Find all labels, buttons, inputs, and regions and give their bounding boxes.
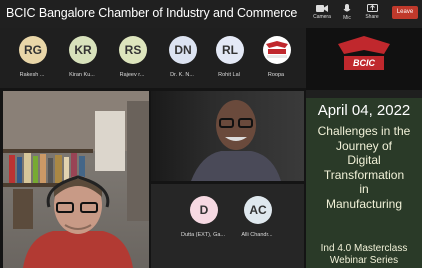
participant-tile[interactable]: RL Rohit Lal — [205, 34, 253, 84]
participant-name: Rajeev r... — [119, 72, 145, 78]
meeting-title: BCIC Bangalore Chamber of Industry and C… — [6, 6, 298, 20]
camera-label: Camera — [313, 14, 331, 20]
share-icon — [366, 4, 378, 12]
participant-tile[interactable]: RG Rakesh ... — [8, 34, 56, 84]
participant-name: Rakesh ... — [19, 72, 45, 78]
participant-tile[interactable]: KR Kiran Ku... — [58, 34, 106, 84]
avatar: RL — [216, 36, 244, 64]
mic-button[interactable]: Mic — [335, 3, 359, 27]
slide-logo-area: BCIC — [306, 28, 422, 90]
share-button[interactable]: Share — [360, 3, 384, 27]
avatar: KR — [69, 36, 97, 64]
participant-tile[interactable]: Roopa — [252, 34, 300, 84]
participant-name: Dutta (EXT), Ga... — [180, 232, 225, 238]
participant-name: Dr. K. N... — [170, 72, 194, 78]
speaker-silhouette — [191, 100, 281, 181]
camera-icon — [316, 5, 328, 12]
participant-bottom-row: D Dutta (EXT), Ga... AC Alli Chandr... — [151, 184, 304, 268]
microphone-icon — [343, 4, 351, 12]
avatar: RG — [19, 36, 47, 64]
slide-content: April 04, 2022 Challenges in the Journey… — [306, 98, 422, 268]
speaker-video-left — [3, 91, 149, 268]
avatar: DN — [169, 36, 197, 64]
participant-name: Alli Chandr... — [241, 232, 273, 238]
participant-tile[interactable]: AC Alli Chandr... — [233, 194, 281, 244]
slide-logo-text: BCIC — [353, 58, 375, 68]
participant-strip: RG Rakesh ... KR Kiran Ku... RS Rajeev r… — [0, 28, 306, 88]
bcic-logo-icon — [266, 41, 288, 58]
video-grid: D Dutta (EXT), Ga... AC Alli Chandr... — [0, 88, 306, 268]
meeting-topbar: BCIC Bangalore Chamber of Industry and C… — [0, 0, 422, 28]
participant-name: Rohit Lal — [218, 72, 240, 78]
slide-date: April 04, 2022 — [317, 102, 411, 119]
participant-tile[interactable]: D Dutta (EXT), Ga... — [179, 194, 227, 244]
camera-button[interactable]: Camera — [310, 3, 334, 27]
avatar: AC — [244, 196, 272, 224]
avatar: RS — [119, 36, 147, 64]
leave-button[interactable]: Leave — [392, 6, 418, 19]
participant-name: Roopa — [267, 72, 285, 78]
bcic-logo — [263, 36, 291, 64]
participant-tile[interactable]: DN Dr. K. N... — [158, 34, 206, 84]
speaker-silhouette — [23, 175, 133, 268]
speaker-video-right — [151, 91, 304, 181]
slide-title: Challenges in the Journey of Digital Tra… — [317, 124, 411, 211]
participant-tile[interactable]: RS Rajeev r... — [108, 34, 156, 84]
leave-label: Leave — [396, 9, 414, 15]
share-label: Share — [365, 14, 379, 20]
slide-subtitle: Ind 4.0 Masterclass Webinar Series — [320, 243, 408, 266]
participant-name: Kiran Ku... — [69, 72, 95, 78]
mic-label: Mic — [343, 15, 351, 21]
avatar: D — [190, 196, 218, 224]
